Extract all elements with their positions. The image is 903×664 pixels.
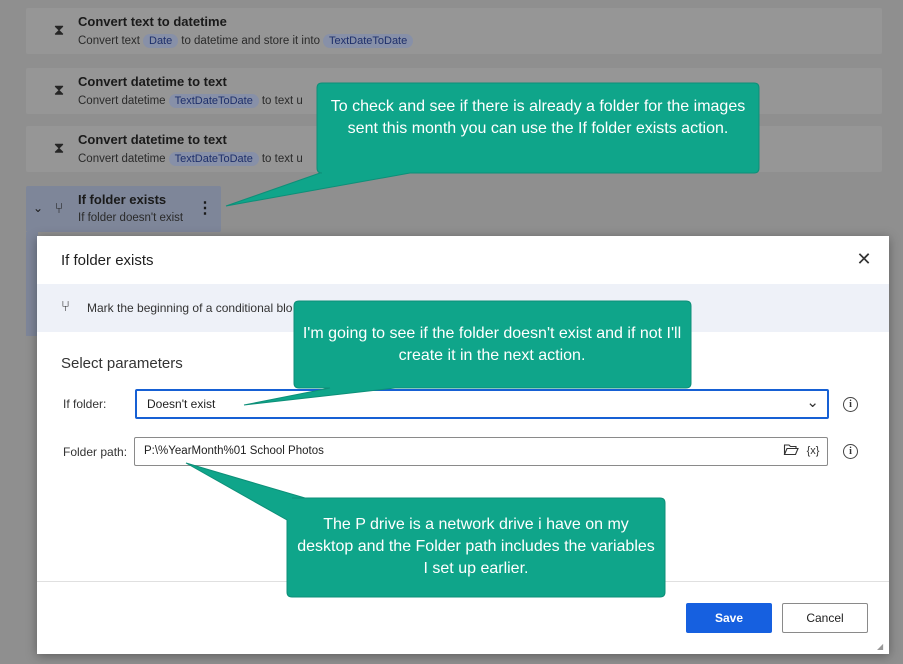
desc-text: Convert text — [78, 35, 140, 47]
section-title: Select parameters — [61, 355, 183, 372]
desc-text: to text u — [261, 153, 303, 165]
save-button[interactable]: Save — [686, 603, 772, 633]
folder-path-label: Folder path: — [63, 445, 128, 459]
action-description: Convert text Date to datetime and store it… — [78, 34, 416, 48]
desc-text: Convert datetime — [78, 95, 166, 107]
variable-chip: TextDateToDate — [168, 94, 259, 108]
if-folder-icon: ⑂ — [61, 298, 71, 315]
desc-text: Convert datetime — [78, 153, 166, 165]
cancel-button[interactable]: Cancel — [782, 603, 868, 633]
convert-icon: ⧗ — [53, 82, 65, 99]
more-icon[interactable]: ⋮ — [197, 198, 213, 218]
action-convert-text-to-datetime[interactable]: ⧗ Convert text to datetime Convert text D… — [26, 8, 882, 54]
if-folder-icon: ⑂ — [54, 200, 64, 217]
variable-chip: TextDateToDate — [322, 34, 414, 48]
dialog-description: Mark the beginning of a conditional blo — [87, 301, 293, 315]
action-title: If folder exists — [78, 192, 167, 207]
info-icon[interactable]: i — [843, 397, 858, 412]
variable-chip: TextDateToDate — [168, 152, 259, 166]
if-folder-exists-dialog: If folder exists ✕ ⑂ Mark the beginning … — [37, 236, 889, 654]
callout-3: The P drive is a network drive i have on… — [297, 516, 655, 577]
action-title: Convert datetime to text — [78, 132, 227, 147]
close-icon[interactable]: ✕ — [853, 248, 875, 270]
action-title: Convert text to datetime — [78, 14, 227, 29]
if-folder-value: Doesn't exist — [147, 397, 216, 411]
if-folder-label: If folder: — [63, 397, 107, 411]
action-if-folder-exists[interactable]: ⌄ ⑂ If folder exists If folder doesn't e… — [26, 186, 221, 232]
variables-icon[interactable]: {x} — [802, 441, 824, 461]
convert-icon: ⧗ — [53, 22, 65, 39]
chevron-down-icon[interactable]: ⌄ — [33, 201, 43, 215]
resize-grip-icon[interactable]: ◢ — [877, 642, 887, 652]
folder-path-value: P:\%YearMonth%01 School Photos — [144, 445, 324, 457]
if-folder-select[interactable]: Doesn't exist ⌄ — [135, 389, 829, 419]
callout-1: To check and see if there is already a f… — [330, 98, 746, 137]
folder-open-icon[interactable] — [781, 441, 801, 461]
desc-text: to text u — [261, 95, 303, 107]
info-icon[interactable]: i — [843, 444, 858, 459]
folder-path-input[interactable]: P:\%YearMonth%01 School Photos {x} — [134, 437, 828, 466]
desc-text: to datetime and store it into — [181, 35, 320, 47]
footer-divider — [37, 581, 889, 582]
variable-chip: Date — [143, 34, 179, 48]
action-description: If folder doesn't exist — [78, 212, 184, 224]
chevron-down-icon: ⌄ — [806, 394, 819, 411]
callout-2: I'm going to see if the folder doesn't e… — [302, 325, 682, 364]
convert-icon: ⧗ — [53, 140, 65, 157]
action-title: Convert datetime to text — [78, 74, 227, 89]
dialog-title: If folder exists — [61, 252, 154, 269]
action-description: Convert datetime TextDateToDate to text u — [78, 152, 303, 166]
action-description: Convert datetime TextDateToDate to text u — [78, 94, 303, 108]
